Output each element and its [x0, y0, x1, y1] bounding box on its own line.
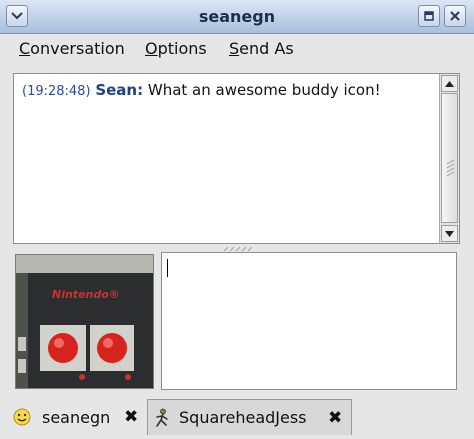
arrow-up-icon — [445, 80, 454, 87]
running-buddy-icon — [156, 408, 168, 427]
minimize-button[interactable] — [418, 5, 440, 27]
tab-label: seanegn — [42, 407, 111, 427]
conversation-log[interactable]: (19:28:48) Sean: What an awesome buddy i… — [13, 73, 460, 244]
conversation-tabs: seanegn ✖ SquareheadJess ✖ — [0, 396, 474, 439]
smiley-icon — [13, 408, 31, 426]
svg-text:Nintendo®: Nintendo® — [52, 288, 120, 301]
message-timestamp: (19:28:48) — [22, 84, 91, 99]
message-input[interactable] — [161, 252, 457, 390]
message-line: (19:28:48) Sean: What an awesome buddy i… — [22, 81, 381, 99]
minimize-icon — [424, 11, 434, 21]
scroll-up-button[interactable] — [441, 75, 458, 92]
tab-seanegn[interactable]: seanegn ✖ — [5, 399, 145, 435]
grip-icon — [446, 159, 455, 177]
tab-squareheadjess[interactable]: SquareheadJess ✖ — [147, 399, 352, 435]
scroll-down-button[interactable] — [441, 225, 458, 242]
window-title: seanegn — [198, 7, 276, 26]
close-tab-icon[interactable]: ✖ — [124, 407, 138, 427]
scroll-thumb[interactable] — [441, 93, 458, 223]
tab-label: SquareheadJess — [179, 408, 307, 427]
message-sender: Sean: — [95, 81, 144, 99]
menu-bar: Conversation Options Send As — [0, 34, 474, 64]
arrow-down-icon — [445, 230, 454, 237]
menu-options[interactable]: Options — [145, 39, 207, 58]
nintendo-controller-icon: Nintendo® — [16, 255, 153, 388]
close-icon — [450, 11, 460, 21]
close-window-button[interactable] — [444, 5, 466, 27]
title-bar[interactable]: seanegn — [0, 0, 474, 34]
menu-conversation[interactable]: Conversation — [19, 39, 125, 58]
menu-send-as[interactable]: Send As — [229, 39, 294, 58]
text-caret — [167, 259, 168, 277]
close-tab-icon[interactable]: ✖ — [328, 408, 342, 428]
log-scrollbar[interactable] — [439, 74, 459, 243]
buddy-icon-image[interactable]: Nintendo® — [15, 254, 154, 389]
message-text: What an awesome buddy icon! — [143, 81, 381, 99]
